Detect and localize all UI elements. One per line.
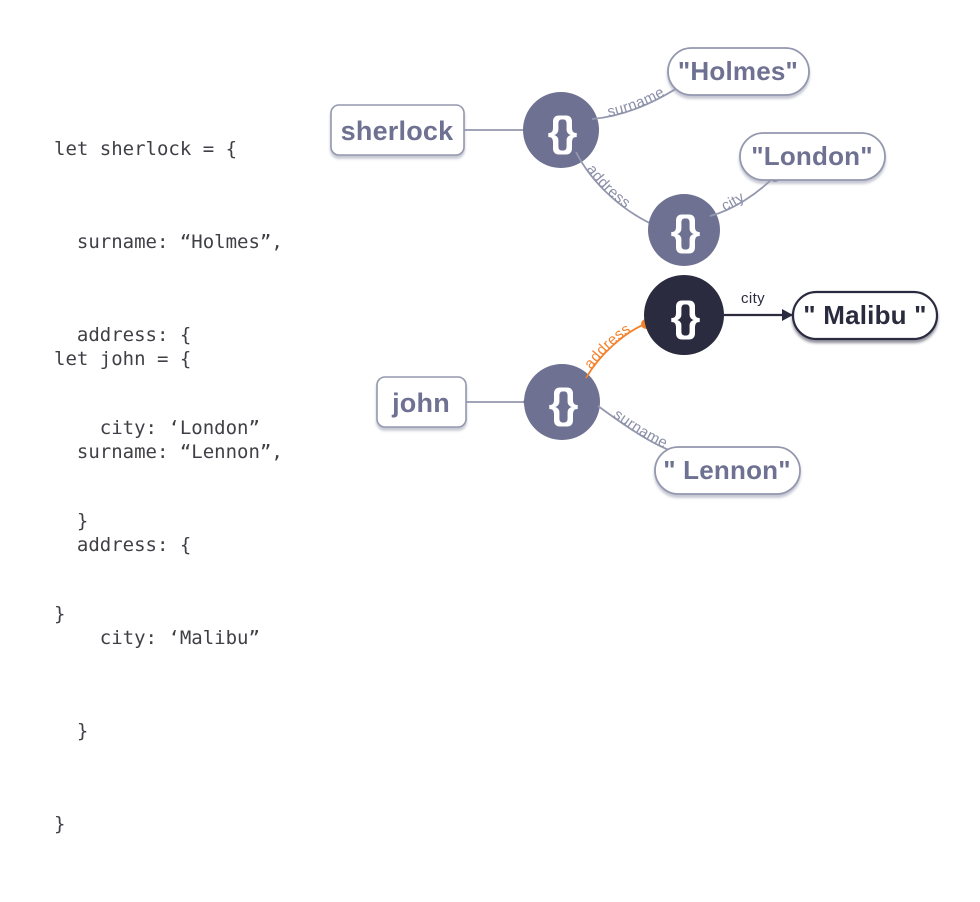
edge-arrow-head [782, 309, 793, 321]
edge-city-john: city [724, 290, 793, 321]
code-line: city: ‘Malibu” [54, 627, 260, 649]
edge-label-city: city [741, 290, 765, 307]
nested-object-node-sherlock[interactable]: {} [648, 194, 720, 266]
london-value-bubble[interactable]: "London" [739, 132, 886, 181]
variable-box-sherlock[interactable]: sherlock [330, 104, 465, 156]
variable-box-label: sherlock [341, 116, 454, 146]
value-bubble-label: " Malibu " [803, 300, 926, 330]
slide-canvas: let sherlock = { surname: “Holmes”, addr… [0, 0, 980, 835]
edge-label-address: address [581, 320, 634, 372]
variable-box-label: john [391, 388, 450, 418]
edge-variable-to-root [466, 397, 533, 407]
john-graph: john {} address {} city " Malibu " surna… [376, 275, 939, 495]
curly-braces-icon: {} [671, 293, 700, 340]
curly-braces-icon: {} [671, 207, 700, 254]
edge-label-address: address [583, 161, 634, 212]
variable-box-john[interactable]: john [376, 376, 467, 428]
curly-braces-icon: {} [549, 380, 578, 427]
lennon-value-bubble[interactable]: " Lennon" [654, 446, 801, 495]
malibu-value-bubble[interactable]: " Malibu " [791, 290, 939, 341]
edge-address-john: address [581, 319, 651, 379]
value-bubble-label: "London" [751, 141, 873, 171]
nested-object-node-john[interactable]: {} [644, 275, 724, 355]
object-graph-diagram: sherlock {} surname "Holmes" address {} … [330, 47, 939, 495]
curly-braces-icon: {} [548, 108, 577, 155]
edge-label-surname: surname [610, 406, 670, 452]
edge-label-surname: surname [606, 84, 668, 121]
code-line: } [54, 813, 66, 835]
code-line: } [54, 720, 89, 742]
edge-variable-to-root [464, 125, 533, 135]
value-bubble-label: " Lennon" [663, 455, 791, 485]
holmes-value-bubble[interactable]: "Holmes" [667, 47, 810, 96]
sherlock-graph: sherlock {} surname "Holmes" address {} … [330, 47, 886, 266]
root-object-node-sherlock[interactable]: {} [523, 92, 599, 168]
edge-address-sherlock: address [575, 151, 661, 231]
value-bubble-label: "Holmes" [678, 56, 798, 86]
